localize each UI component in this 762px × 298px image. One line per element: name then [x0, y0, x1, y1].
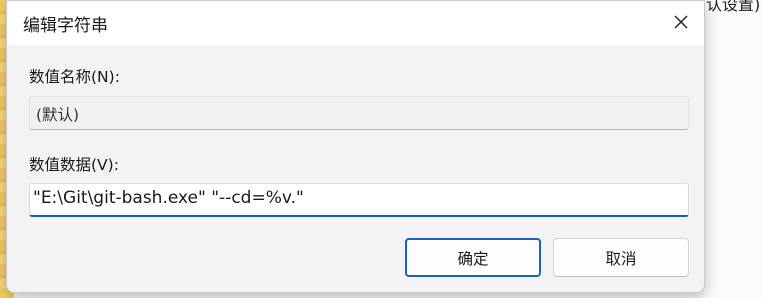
value-name-field: (默认): [29, 96, 689, 130]
dialog-title: 编辑字符串: [23, 16, 108, 36]
edit-string-dialog: 编辑字符串 数值名称(N): (默认) 数值数据(V): "E:\Git\git…: [6, 0, 705, 293]
background-window-right: 认设置): [704, 0, 762, 298]
value-data-input[interactable]: "E:\Git\git-bash.exe" "--cd=%v.": [29, 183, 689, 217]
background-right-text: 认设置): [706, 0, 761, 14]
value-data-label: 数值数据(V):: [29, 156, 119, 174]
cancel-button[interactable]: 取消: [553, 238, 689, 277]
close-button[interactable]: [664, 5, 698, 39]
ok-button[interactable]: 确定: [405, 238, 541, 277]
close-icon: [674, 15, 688, 29]
value-name-label: 数值名称(N):: [29, 68, 120, 86]
dialog-titlebar: 编辑字符串: [7, 1, 704, 45]
